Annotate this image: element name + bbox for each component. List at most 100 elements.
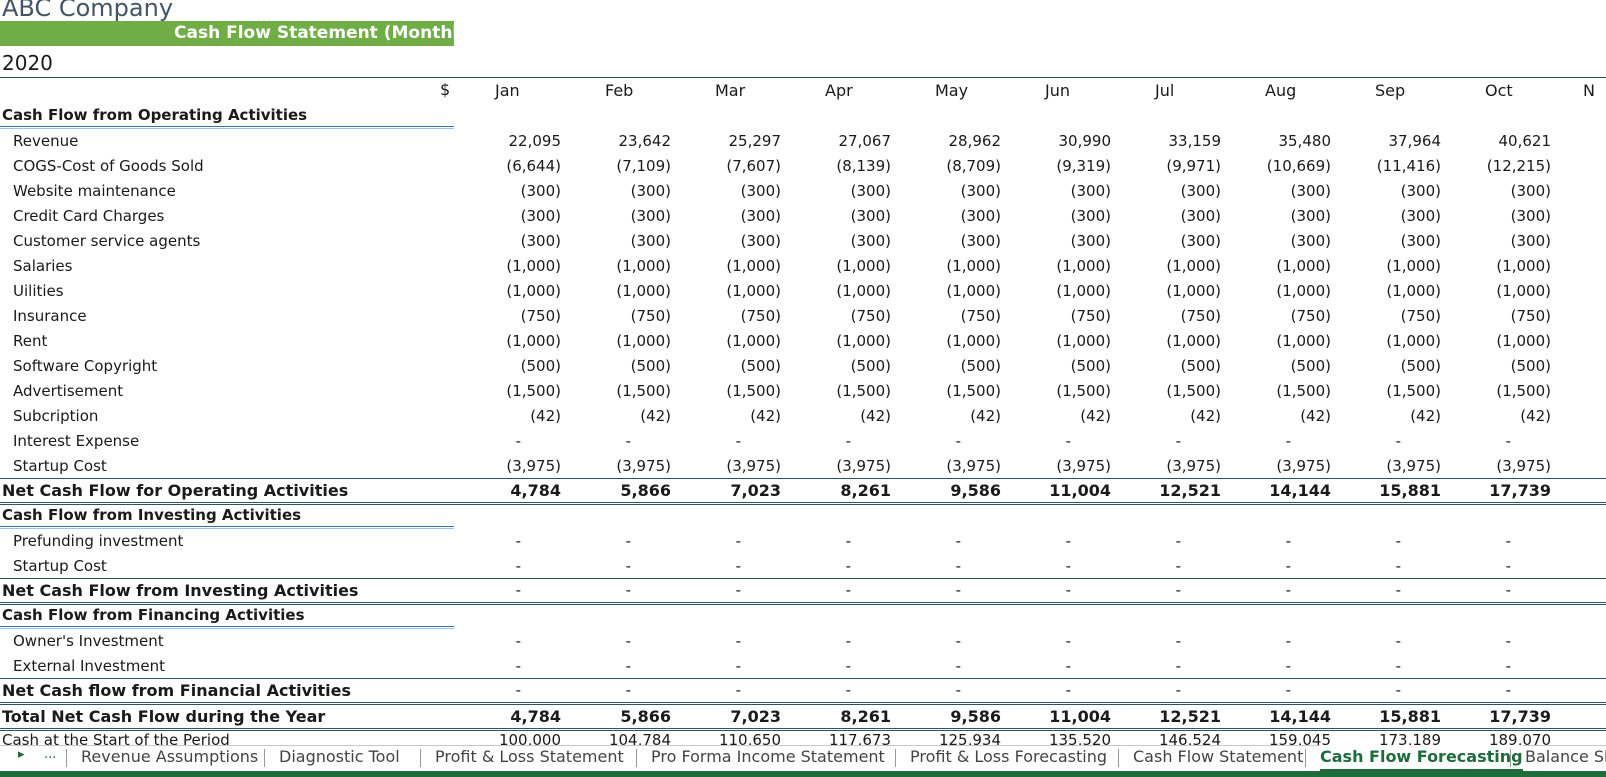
table-cell[interactable]: 22,095 <box>451 132 562 150</box>
table-cell[interactable]: (1,500) <box>1441 382 1551 400</box>
table-cell[interactable]: (1,000) <box>1441 257 1551 275</box>
table-cell[interactable]: (300) <box>781 232 891 250</box>
table-cell[interactable]: 14,144 <box>1221 707 1331 726</box>
table-cell[interactable]: (1,000) <box>561 257 671 275</box>
table-cell[interactable]: (1,000) <box>561 332 671 350</box>
table-cell[interactable]: (500) <box>1111 357 1221 375</box>
table-cell[interactable]: (500) <box>671 357 781 375</box>
table-cell[interactable]: - <box>1181 632 1291 650</box>
table-cell[interactable]: (3,975) <box>1001 457 1111 475</box>
table-cell[interactable]: (1,000) <box>1001 257 1111 275</box>
table-cell[interactable]: - <box>961 632 1071 650</box>
table-cell[interactable]: (1,000) <box>1001 332 1111 350</box>
table-cell[interactable]: (750) <box>891 307 1001 325</box>
table-cell[interactable]: - <box>1071 432 1181 450</box>
table-cell[interactable]: (11,416) <box>1331 157 1441 175</box>
table-cell[interactable]: (1,500) <box>1331 382 1441 400</box>
table-cell[interactable]: (1,000) <box>1111 282 1221 300</box>
table-cell[interactable]: (1,500) <box>891 382 1001 400</box>
table-cell[interactable]: 15,881 <box>1331 481 1441 500</box>
table-cell[interactable]: - <box>1071 557 1181 575</box>
table-cell[interactable]: (9,319) <box>1001 157 1111 175</box>
table-cell[interactable]: (300) <box>781 207 891 225</box>
table-cell[interactable]: (1,500) <box>1001 382 1111 400</box>
table-cell[interactable]: (42) <box>1001 407 1111 425</box>
table-cell[interactable]: (3,975) <box>1331 457 1441 475</box>
table-cell[interactable]: 8,261 <box>781 481 891 500</box>
table-cell[interactable]: - <box>1291 432 1401 450</box>
table-cell[interactable]: - <box>741 532 851 550</box>
table-cell[interactable]: (1,000) <box>671 282 781 300</box>
table-cell[interactable]: - <box>1291 657 1401 675</box>
table-cell[interactable]: (500) <box>451 357 561 375</box>
table-cell[interactable]: - <box>741 432 851 450</box>
table-cell[interactable]: - <box>961 532 1071 550</box>
table-cell[interactable]: - <box>521 581 631 599</box>
table-cell[interactable]: (750) <box>1001 307 1111 325</box>
table-cell[interactable]: (300) <box>1331 207 1441 225</box>
table-cell[interactable]: - <box>521 632 631 650</box>
table-cell[interactable]: 5,866 <box>561 481 671 500</box>
table-cell[interactable]: (300) <box>1441 232 1551 250</box>
table-cell[interactable]: (3,975) <box>561 457 671 475</box>
table-cell[interactable]: - <box>1401 557 1511 575</box>
table-cell[interactable]: - <box>1181 681 1291 699</box>
table-cell[interactable]: (300) <box>1111 182 1221 200</box>
table-cell[interactable]: (1,000) <box>1221 282 1331 300</box>
table-cell[interactable]: (1,000) <box>1331 257 1441 275</box>
table-cell[interactable]: (7,607) <box>671 157 781 175</box>
table-cell[interactable]: - <box>741 681 851 699</box>
table-cell[interactable]: (300) <box>671 207 781 225</box>
table-cell[interactable]: - <box>1071 581 1181 599</box>
table-cell[interactable]: - <box>851 681 961 699</box>
table-cell[interactable]: - <box>1401 532 1511 550</box>
table-cell[interactable]: 11,004 <box>1001 481 1111 500</box>
table-cell[interactable]: - <box>521 657 631 675</box>
sheet-tab-profit-loss-statement[interactable]: Profit & Loss Statement <box>435 745 624 769</box>
table-cell[interactable]: (1,000) <box>1331 332 1441 350</box>
table-cell[interactable]: - <box>1291 581 1401 599</box>
table-cell[interactable]: - <box>1291 681 1401 699</box>
table-cell[interactable]: (1,000) <box>451 257 561 275</box>
table-cell[interactable]: (8,709) <box>891 157 1001 175</box>
table-cell[interactable]: (300) <box>1221 182 1331 200</box>
table-cell[interactable]: (3,975) <box>1111 457 1221 475</box>
table-cell[interactable]: (1,000) <box>891 282 1001 300</box>
table-cell[interactable]: (1,000) <box>1221 257 1331 275</box>
table-cell[interactable]: (3,975) <box>891 457 1001 475</box>
table-cell[interactable]: (3,975) <box>1221 457 1331 475</box>
table-cell[interactable]: (1,500) <box>561 382 671 400</box>
table-cell[interactable]: (6,644) <box>451 157 561 175</box>
table-cell[interactable]: - <box>1181 657 1291 675</box>
table-cell[interactable]: (300) <box>1331 182 1441 200</box>
table-cell[interactable]: - <box>851 632 961 650</box>
table-cell[interactable]: 8,261 <box>781 707 891 726</box>
table-cell[interactable]: 7,023 <box>671 481 781 500</box>
table-cell[interactable]: (300) <box>1111 232 1221 250</box>
table-cell[interactable]: - <box>631 681 741 699</box>
table-cell[interactable]: - <box>1291 557 1401 575</box>
table-cell[interactable]: - <box>411 532 521 550</box>
table-cell[interactable]: (750) <box>1441 307 1551 325</box>
table-cell[interactable]: (1,000) <box>451 282 561 300</box>
table-cell[interactable]: - <box>961 581 1071 599</box>
table-cell[interactable]: (300) <box>671 182 781 200</box>
table-cell[interactable]: (500) <box>781 357 891 375</box>
table-cell[interactable]: (1,500) <box>1111 382 1221 400</box>
table-cell[interactable]: - <box>961 657 1071 675</box>
table-cell[interactable]: 27,067 <box>781 132 892 150</box>
table-cell[interactable]: - <box>851 657 961 675</box>
table-cell[interactable]: (300) <box>1001 232 1111 250</box>
table-cell[interactable]: (300) <box>1331 232 1441 250</box>
table-cell[interactable]: - <box>411 657 521 675</box>
table-cell[interactable]: 9,586 <box>891 481 1001 500</box>
table-cell[interactable]: (8,139) <box>781 157 891 175</box>
table-cell[interactable]: (42) <box>671 407 781 425</box>
table-cell[interactable]: 25,297 <box>671 132 782 150</box>
table-cell[interactable]: (1,000) <box>1441 332 1551 350</box>
table-cell[interactable]: - <box>1071 681 1181 699</box>
table-cell[interactable]: - <box>961 681 1071 699</box>
table-cell[interactable]: 15,881 <box>1331 707 1441 726</box>
table-cell[interactable]: (1,000) <box>781 332 891 350</box>
table-cell[interactable]: - <box>1071 632 1181 650</box>
